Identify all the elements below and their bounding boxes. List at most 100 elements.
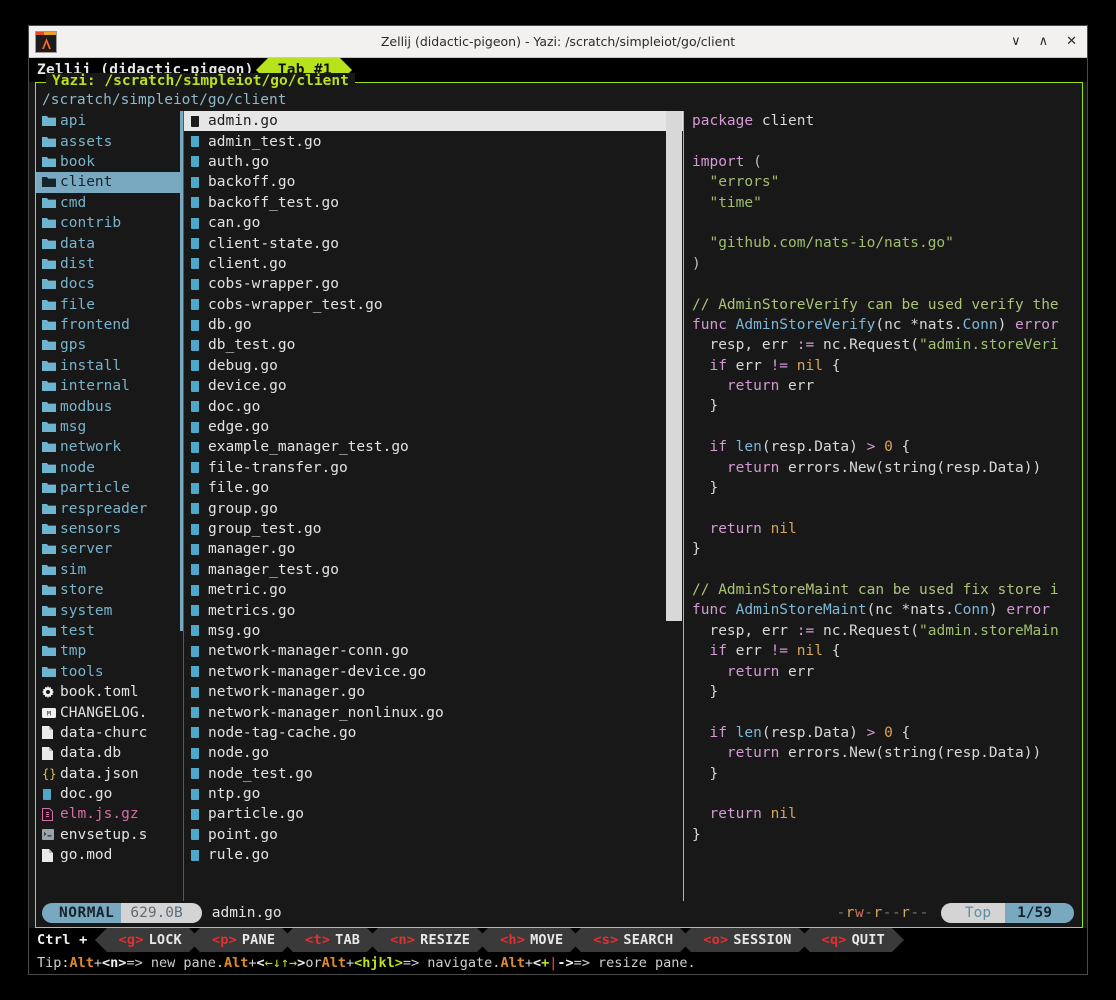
minimize-icon[interactable]: ∨ [1011,35,1021,48]
file-list-item[interactable]: example_manager_test.go [184,437,683,457]
parent-dir-item[interactable]: node [36,458,183,478]
file-list-item[interactable]: db_test.go [184,335,683,355]
file-list-item[interactable]: manager.go [184,539,683,559]
file-list-item[interactable]: network-manager-conn.go [184,641,683,661]
parent-file-item[interactable]: doc.go [36,784,183,804]
file-list-item[interactable]: file.go [184,478,683,498]
parent-dir-item[interactable]: dist [36,254,183,274]
parent-dir-item[interactable]: sensors [36,519,183,539]
file-list-item[interactable]: db.go [184,315,683,335]
file-list-item[interactable]: msg.go [184,621,683,641]
current-column-scrollbar[interactable] [666,111,682,621]
file-list-item[interactable]: node-tag-cache.go [184,723,683,743]
file-list-item[interactable]: can.go [184,213,683,233]
item-label: go.mod [60,847,113,864]
file-list-item[interactable]: particle.go [184,804,683,824]
file-list-item[interactable]: network-manager-device.go [184,662,683,682]
parent-file-item[interactable]: data-churc [36,723,183,743]
yazi-columns: api assets book client cmd contrib data dist doc… [36,111,1082,901]
file-list-item[interactable]: metrics.go [184,600,683,620]
parent-dir-item[interactable]: modbus [36,396,183,416]
keybind-quit[interactable]: <q> QUIT [797,928,905,952]
item-label: data.json [60,765,139,782]
maximize-icon[interactable]: ∧ [1039,35,1049,48]
file-list-item[interactable]: doc.go [184,396,683,416]
permission-char: - [919,905,929,921]
parent-dir-item[interactable]: system [36,600,183,620]
parent-dir-item[interactable]: docs [36,274,183,294]
keybind-resize[interactable]: <n> RESIZE [366,928,490,952]
keybind-lock[interactable]: <g> LOCK [94,928,202,952]
parent-dir-item[interactable]: network [36,437,183,457]
file-list-item[interactable]: debug.go [184,356,683,376]
keybind-move[interactable]: <h> MOVE [476,928,583,952]
file-list-item[interactable]: group_test.go [184,519,683,539]
parent-dir-item[interactable]: tmp [36,641,183,661]
file-list-item[interactable]: backoff_test.go [184,193,683,213]
file-list-item[interactable]: admin.go [184,111,683,132]
file-list-item[interactable]: ntp.go [184,784,683,804]
file-list-item[interactable]: manager_test.go [184,560,683,580]
file-list-item[interactable]: cobs-wrapper_test.go [184,295,683,315]
file-list-item[interactable]: backoff.go [184,172,683,192]
keybind-search[interactable]: <s> SEARCH [569,928,693,952]
file-list-item[interactable]: metric.go [184,580,683,600]
file-list-item[interactable]: client-state.go [184,233,683,253]
keybind-tab[interactable]: <t> TAB [281,928,380,952]
file-list-item[interactable]: file-transfer.go [184,458,683,478]
parent-dir-item[interactable]: particle [36,478,183,498]
file-list-item[interactable]: group.go [184,498,683,518]
parent-dir-item[interactable]: book [36,152,183,172]
go-icon [190,849,208,862]
parent-dir-item[interactable]: sim [36,560,183,580]
go-icon [190,665,208,678]
file-list-item[interactable]: auth.go [184,152,683,172]
parent-dir-item[interactable]: tools [36,662,183,682]
parent-dir-item[interactable]: client [36,172,183,193]
file-list-item[interactable]: admin_test.go [184,131,683,151]
parent-dir-item[interactable]: cmd [36,193,183,213]
parent-dir-item[interactable]: file [36,295,183,315]
parent-dir-item[interactable]: store [36,580,183,600]
file-list-item[interactable]: client.go [184,254,683,274]
keybind-session[interactable]: <o> SESSION [679,928,811,952]
parent-dir-item[interactable]: msg [36,417,183,437]
parent-dir-item[interactable]: contrib [36,213,183,233]
file-list-item[interactable]: rule.go [184,845,683,865]
parent-file-item[interactable]: data.db [36,743,183,763]
file-list-item[interactable]: network-manager_nonlinux.go [184,702,683,722]
file-list-item[interactable]: node.go [184,743,683,763]
parent-file-item[interactable]: go.mod [36,845,183,865]
parent-dir-item[interactable]: server [36,539,183,559]
parent-column-scrollbar[interactable] [180,111,183,631]
parent-file-item[interactable]: {} data.json [36,764,183,784]
file-list-item[interactable]: edge.go [184,417,683,437]
parent-dir-item[interactable]: gps [36,335,183,355]
parent-file-item[interactable]: envsetup.s [36,825,183,845]
parent-dir-item[interactable]: test [36,621,183,641]
page-icon [42,746,60,760]
keybind-pane[interactable]: <p> PANE [187,928,295,952]
parent-directory-column[interactable]: api assets book client cmd contrib data dist doc… [36,111,184,901]
parent-dir-item[interactable]: api [36,111,183,131]
item-label: doc.go [60,786,113,803]
file-list-item[interactable]: cobs-wrapper.go [184,274,683,294]
item-label: test [60,622,95,639]
parent-dir-item[interactable]: data [36,233,183,253]
file-list-item[interactable]: network-manager.go [184,682,683,702]
parent-file-item[interactable]: book.toml [36,682,183,702]
file-list-item[interactable]: point.go [184,825,683,845]
parent-file-item[interactable]: elm.js.gz [36,804,183,824]
tip-resize-plus: + [541,955,550,971]
parent-dir-item[interactable]: frontend [36,315,183,335]
parent-dir-item[interactable]: respreader [36,498,183,518]
file-list-item[interactable]: node_test.go [184,764,683,784]
close-icon[interactable]: ✕ [1066,35,1077,48]
file-list-item[interactable]: device.go [184,376,683,396]
current-directory-column[interactable]: admin.go admin_test.go auth.go backoff.go ba… [184,111,684,901]
parent-dir-item[interactable]: install [36,356,183,376]
parent-dir-item[interactable]: internal [36,376,183,396]
code-token: } [692,480,719,497]
parent-file-item[interactable]: M CHANGELOG. [36,702,183,722]
parent-dir-item[interactable]: assets [36,131,183,151]
